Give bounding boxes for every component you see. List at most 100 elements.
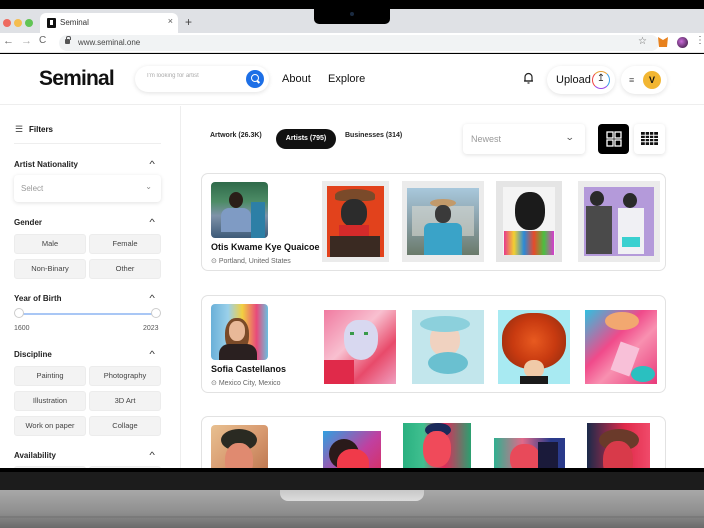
discipline-chip-work-on-paper[interactable]: Work on paper [14,416,86,436]
artwork-thumbnail[interactable] [323,431,381,468]
gender-chip-non-binary[interactable]: Non-Binary [14,259,86,279]
artist-location: ⊙ Portland, United States [211,257,291,265]
discipline-chip-collage[interactable]: Collage [89,416,161,436]
year-range-track[interactable] [18,313,156,315]
nationality-placeholder: Select [21,184,44,193]
upload-button[interactable]: Upload ↥ [547,66,615,94]
availability-title: Availability [14,451,56,460]
chevron-up-icon[interactable]: ^ [149,217,155,227]
laptop-bezel [0,468,704,490]
chevron-up-icon[interactable]: ^ [149,450,155,460]
notification-bell-icon[interactable] [523,72,534,84]
artwork-thumbnail[interactable] [578,181,660,262]
artwork-thumbnail[interactable] [587,423,650,468]
year-range-max-handle[interactable] [151,308,161,318]
window-maximize-button[interactable] [25,19,33,27]
grid-2x2-icon [606,131,622,147]
reload-icon[interactable]: C [39,35,46,46]
discipline-chip-painting[interactable]: Painting [14,366,86,386]
artwork-thumbnail[interactable] [402,181,484,262]
tab-close-icon[interactable]: × [168,16,173,26]
new-tab-button[interactable]: + [185,15,192,29]
site-header: Seminal About Explore Upload ↥ ≡ V [0,54,704,105]
results-area: Artwork (26.3K) Artists (795) Businesses… [181,106,704,468]
artist-card[interactable]: Sofia Castellanos ⊙ Mexico City, Mexico [201,295,666,393]
discipline-chip-photography[interactable]: Photography [89,366,161,386]
large-grid-view-button[interactable] [598,124,629,154]
tab-title: Seminal [60,18,89,27]
artwork-thumbnail[interactable] [322,181,389,262]
artwork-thumbnail[interactable] [412,310,484,384]
artist-photo[interactable] [211,304,268,360]
tab-businesses[interactable]: Businesses (314) [345,132,402,139]
gender-title: Gender [14,218,43,227]
url-input[interactable]: www.seminal.one ☆ [59,35,659,51]
artist-card[interactable]: Otis Kwame Kye Quaicoe ⊙ Portland, Unite… [201,173,666,271]
sort-select[interactable]: Newest ⌄ [463,124,585,154]
chevron-up-icon[interactable]: ^ [149,159,155,169]
gender-chip-female[interactable]: Female [89,234,161,254]
nationality-select[interactable]: Select ⌄ [14,175,161,202]
search-bar [135,66,269,92]
search-button[interactable] [246,70,264,88]
location-pin-icon: ⊙ [211,258,219,265]
window-close-button[interactable] [3,19,11,27]
artist-name[interactable]: Otis Kwame Kye Quaicoe [211,242,320,252]
laptop-base [0,490,704,528]
tab-artwork[interactable]: Artwork (26.3K) [210,132,262,139]
upload-icon: ↥ [592,71,610,89]
browser-tab[interactable]: Seminal × [40,13,178,33]
logo[interactable]: Seminal [39,67,115,91]
artist-name[interactable]: Sofia Castellanos [211,364,286,374]
address-bar: ← → C www.seminal.one ☆ ⋮ [0,33,704,53]
discipline-chip-illustration[interactable]: Illustration [14,391,86,411]
upload-label: Upload [556,74,591,86]
url-text: www.seminal.one [78,38,141,47]
year-min-label: 1600 [14,325,30,332]
nav-about-link[interactable]: About [282,73,311,85]
chevron-up-icon[interactable]: ^ [149,349,155,359]
artwork-thumbnail[interactable] [494,438,565,468]
lock-icon [65,36,71,44]
search-input[interactable] [147,73,242,79]
camera-icon [350,12,354,16]
tab-artists[interactable]: Artists (795) [276,129,336,149]
discipline-chip-3d-art[interactable]: 3D Art [89,391,161,411]
camera-notch [314,0,390,24]
year-range-min-handle[interactable] [14,308,24,318]
user-menu-button[interactable]: ≡ V [621,66,667,94]
artwork-thumbnail[interactable] [496,181,562,262]
filters-heading[interactable]: ☰ Filters [15,124,53,135]
gender-chip-other[interactable]: Other [89,259,161,279]
artwork-thumbnail[interactable] [324,310,396,384]
location-pin-icon: ⊙ [211,380,219,387]
artist-photo[interactable] [211,425,268,468]
artist-card[interactable] [201,416,666,468]
artist-photo[interactable] [211,182,268,238]
filters-sidebar: ☰ Filters Artist Nationality ^ Select ⌄ G… [0,106,181,468]
bookmark-star-icon[interactable]: ☆ [638,36,647,47]
metamask-extension-icon[interactable] [658,37,668,47]
discipline-title: Discipline [14,350,52,359]
artist-location: ⊙ Mexico City, Mexico [211,379,281,387]
hamburger-icon: ≡ [629,75,635,85]
back-arrow-icon[interactable]: ← [3,35,14,47]
laptop-edge [0,516,704,518]
user-avatar: V [643,71,661,89]
small-grid-view-button[interactable] [634,124,665,154]
artwork-thumbnail[interactable] [403,423,471,468]
forward-arrow-icon[interactable]: → [21,35,32,47]
nav-explore-link[interactable]: Explore [328,73,365,85]
laptop-frame: Seminal × + ← → C www.seminal.one ☆ ⋮ Se… [0,0,704,528]
sort-value: Newest [471,134,502,144]
browser-menu-icon[interactable]: ⋮ [695,35,704,46]
chevron-up-icon[interactable]: ^ [149,293,155,303]
artwork-thumbnail[interactable] [498,310,570,384]
location-text: Portland, United States [218,258,291,265]
web-page: Seminal About Explore Upload ↥ ≡ V [0,54,704,468]
gender-chip-male[interactable]: Male [14,234,86,254]
favicon-icon [47,18,56,28]
profile-avatar-icon[interactable] [677,37,688,48]
window-minimize-button[interactable] [14,19,22,27]
artwork-thumbnail[interactable] [585,310,657,384]
